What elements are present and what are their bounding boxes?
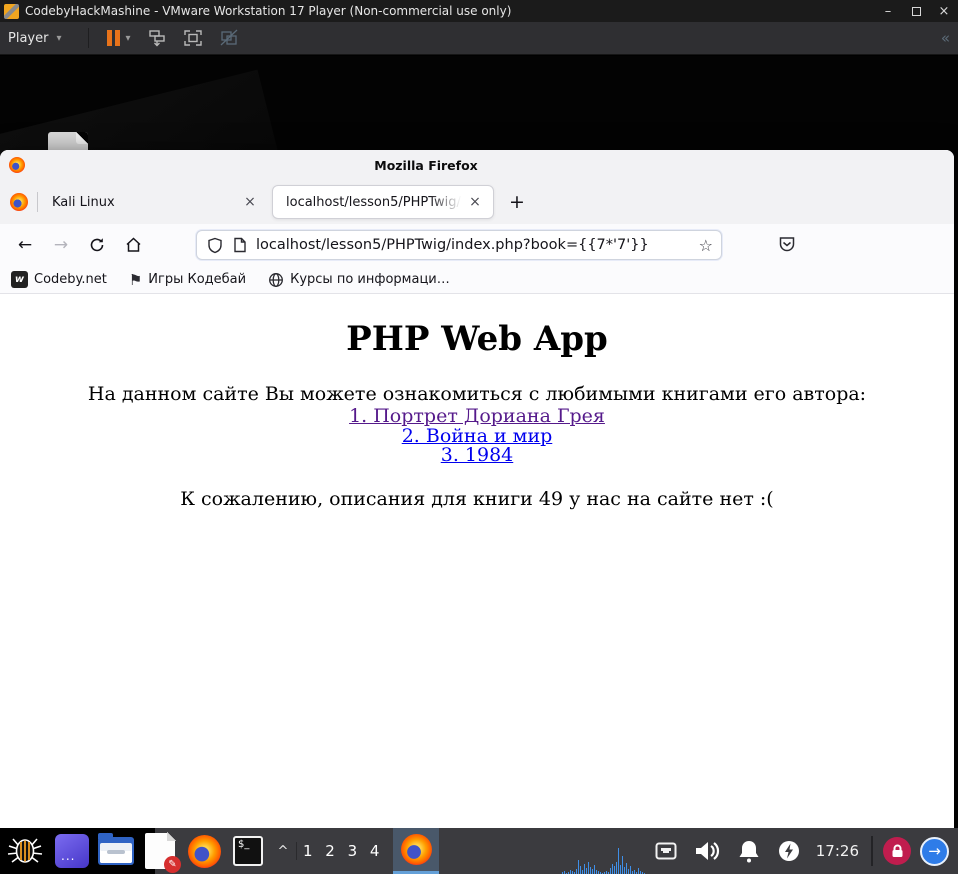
codeby-favicon: w: [11, 271, 28, 288]
bookmark-star-icon[interactable]: ☆: [699, 236, 713, 255]
back-button[interactable]: ←: [10, 230, 40, 260]
vmware-logo-icon: [4, 3, 19, 19]
notifications-tray-icon[interactable]: [728, 828, 770, 874]
unity-mode-button: [218, 28, 240, 48]
kali-taskbar: ... ✎ $_ ^ 1 2 3 4 17:26 →: [0, 828, 958, 874]
close-button[interactable]: ×: [930, 0, 958, 22]
app-launcher-button[interactable]: ...: [50, 828, 94, 874]
maximize-icon: [911, 6, 921, 16]
bookmark-igry-codebay[interactable]: ⚑ Игры Кодебай: [129, 271, 246, 289]
firefox-logo-icon: [9, 157, 25, 173]
save-to-pocket-icon[interactable]: [775, 232, 799, 256]
panel-expand-button[interactable]: ^: [270, 828, 296, 874]
vmware-window-title: CodebyHackMashine - VMware Workstation 1…: [25, 4, 512, 18]
app-launcher-icon: ...: [55, 834, 89, 868]
url-bar[interactable]: localhost/lesson5/PHPTwig/index.php?book…: [196, 230, 722, 260]
firefox-task-button[interactable]: [393, 828, 440, 874]
power-manager-tray-icon[interactable]: [770, 828, 808, 874]
tray-divider: [871, 836, 873, 866]
collapse-toolbar-button[interactable]: «: [941, 29, 950, 47]
firefox-titlebar[interactable]: Mozilla Firefox: [0, 150, 954, 180]
tab-kali-linux[interactable]: Kali Linux ×: [42, 185, 270, 219]
globe-icon: [268, 272, 284, 288]
applications-menu-button[interactable]: [0, 828, 50, 874]
firefox-logo-icon: [400, 834, 432, 865]
vmware-player-window: CodebyHackMashine - VMware Workstation 1…: [0, 0, 958, 874]
fullscreen-button[interactable]: [182, 28, 204, 48]
navigation-toolbar: ← → localhost/lesson5/PHPTwig/index.php?…: [0, 224, 954, 266]
bookmark-codeby[interactable]: w Codeby.net: [11, 271, 107, 288]
firefox-launcher-button[interactable]: [182, 828, 226, 874]
text-editor-button[interactable]: ✎: [138, 828, 182, 874]
vmware-toolbar: Player ▾ ▾ «: [0, 22, 958, 55]
tab-label: localhost/lesson5/PHPTwig/i: [286, 194, 465, 210]
volume-tray-icon[interactable]: [686, 828, 728, 874]
network-graph: [561, 844, 646, 874]
terminal-launcher-button[interactable]: $_: [226, 828, 270, 874]
firefox-window: Mozilla Firefox Kali Linux × localhost/l…: [0, 150, 954, 828]
kali-desktop: </> test.xml Mozilla Firefox Kali Linux …: [0, 56, 958, 874]
new-tab-button[interactable]: +: [505, 190, 529, 214]
minimize-button[interactable]: –: [874, 0, 902, 22]
terminal-icon: $_: [233, 836, 263, 866]
suspend-dropdown-icon[interactable]: ▾: [126, 33, 131, 44]
tab-divider: [37, 192, 38, 212]
url-input[interactable]: localhost/lesson5/PHPTwig/index.php?book…: [256, 237, 693, 253]
forward-button: →: [53, 235, 69, 255]
book-not-found-message: К сожалению, описания для книги 49 у нас…: [180, 487, 774, 510]
firefox-view-button[interactable]: [10, 193, 28, 211]
logout-arrow-icon: →: [928, 842, 941, 860]
chevron-down-icon: ▾: [56, 32, 62, 44]
book-links: 1. Портрет Дориана Грея 2. Война и мир 3…: [0, 406, 954, 466]
tab-close-icon[interactable]: ×: [240, 192, 260, 212]
bookmarks-toolbar: w Codeby.net ⚑ Игры Кодебай Курсы по инф…: [0, 266, 954, 294]
suspend-vm-button[interactable]: [106, 30, 120, 46]
web-page-content: PHP Web App На данном сайте Вы можете оз…: [0, 294, 954, 828]
tab-label: Kali Linux: [52, 194, 115, 210]
network-tray-icon[interactable]: [646, 828, 686, 874]
tracking-shield-icon[interactable]: [207, 237, 223, 254]
logout-button[interactable]: →: [920, 836, 949, 866]
document-icon: ✎: [145, 832, 181, 873]
bookmark-kursy[interactable]: Курсы по информаци…: [268, 272, 450, 288]
pencil-icon: ✎: [164, 856, 181, 873]
firefox-logo-icon: [187, 834, 221, 868]
page-title: PHP Web App: [346, 319, 608, 359]
tab-close-icon[interactable]: ×: [465, 192, 485, 212]
flag-icon: ⚑: [128, 270, 143, 289]
book-link-3[interactable]: 3. 1984: [0, 445, 954, 466]
page-info-icon[interactable]: [233, 237, 247, 253]
firefox-window-title: Mozilla Firefox: [374, 158, 478, 173]
tab-bar: Kali Linux × localhost/lesson5/PHPTwig/i…: [0, 180, 954, 224]
vmware-titlebar: CodebyHackMashine - VMware Workstation 1…: [0, 0, 958, 22]
send-ctrl-alt-del-button[interactable]: [146, 28, 168, 48]
workspace-switcher[interactable]: 1 2 3 4: [296, 842, 393, 860]
file-manager-button[interactable]: [94, 828, 138, 874]
tab-localhost-active[interactable]: localhost/lesson5/PHPTwig/i ×: [272, 185, 494, 219]
clock[interactable]: 17:26: [808, 842, 871, 860]
folder-icon: [98, 833, 134, 865]
player-menu-button[interactable]: Player ▾: [0, 22, 80, 54]
home-button[interactable]: [118, 230, 148, 260]
lock-icon: [892, 844, 902, 857]
maximize-button[interactable]: [902, 0, 930, 22]
page-intro-text: На данном сайте Вы можете ознакомиться с…: [87, 383, 867, 405]
book-link-1[interactable]: 1. Портрет Дориана Грея: [0, 406, 954, 427]
reload-button[interactable]: [82, 230, 112, 260]
lock-screen-button[interactable]: [883, 837, 911, 865]
kali-logo-icon: [7, 838, 43, 863]
toolbar-divider: [87, 28, 89, 48]
